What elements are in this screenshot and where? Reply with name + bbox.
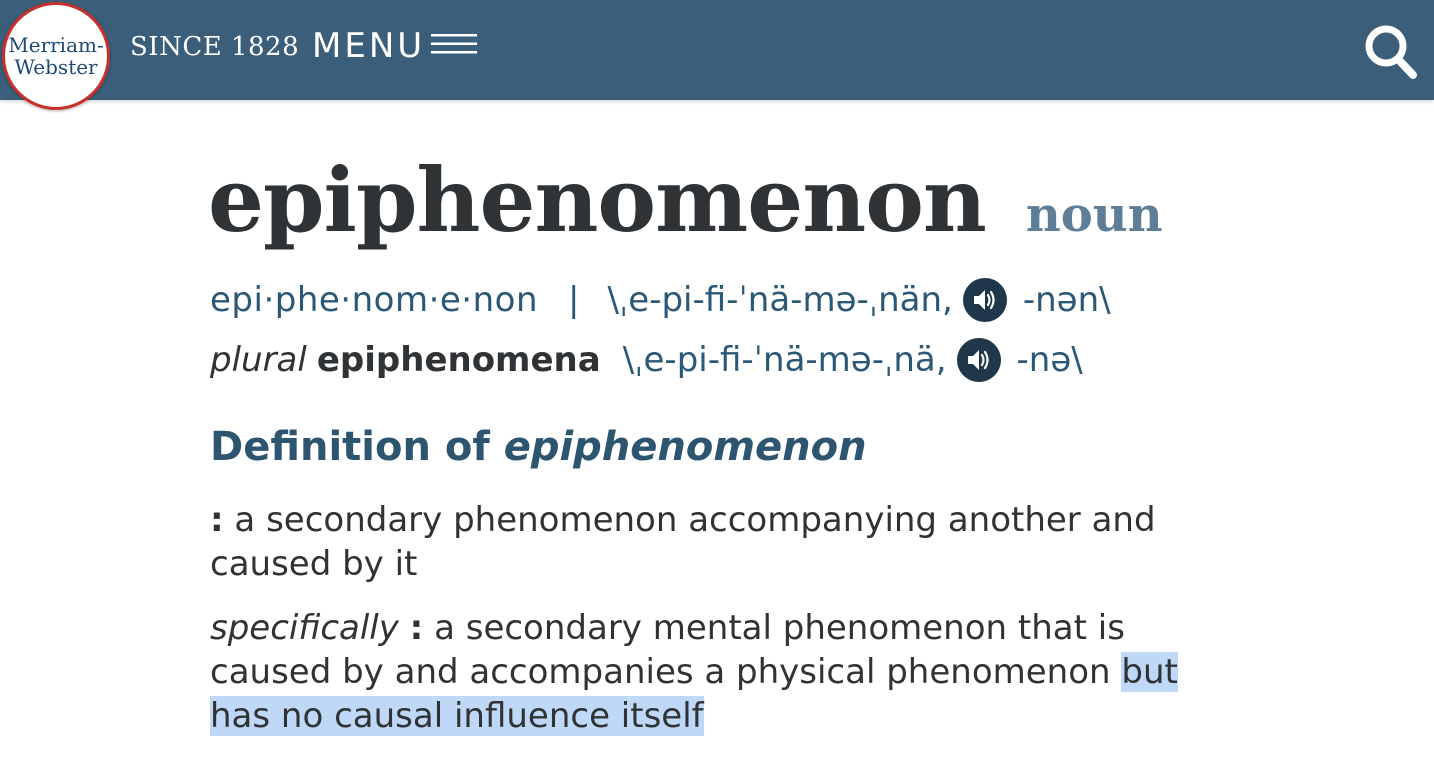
definition-sense-2: specifically : a secondary mental phenom… — [210, 606, 1200, 738]
speaker-icon — [967, 350, 989, 370]
hamburger-icon — [431, 31, 478, 61]
merriam-webster-logo[interactable]: Merriam- Webster — [2, 2, 110, 110]
definition-heading: Definition of epiphenomenon — [210, 424, 867, 470]
plural-audio-button[interactable] — [956, 338, 1001, 382]
sense-colon: : — [210, 500, 224, 540]
plural-word: epiphenomena — [316, 340, 601, 380]
part-of-speech-link[interactable]: noun — [1026, 187, 1163, 243]
pronunciation-main: \ˌe-pi-fi-ˈnä-mə-ˌnän, — [607, 280, 953, 320]
sense-2-label: specifically — [210, 608, 399, 648]
search-button[interactable] — [1362, 22, 1418, 84]
definition-sense-1: : a secondary phenomenon accompanying an… — [210, 498, 1200, 586]
menu-label: MENU — [312, 26, 426, 66]
speaker-icon — [973, 290, 995, 310]
search-icon — [1362, 25, 1418, 84]
definition-heading-word: epiphenomenon — [503, 424, 867, 470]
since-tagline: SINCE 1828 — [130, 32, 300, 62]
definition-heading-prefix: Definition of — [210, 424, 490, 470]
plural-line: plural epiphenomena \ˌe-pi-fi-ˈnä-mə-ˌnä… — [210, 338, 1083, 382]
sense-1-text: a secondary phenomenon accompanying anot… — [210, 500, 1156, 584]
pronunciation-line: epi·phe·nom·e·non | \ˌe-pi-fi-ˈnä-mə-ˌnä… — [210, 278, 1111, 322]
plural-pronunciation-alt: -nə\ — [1016, 340, 1083, 380]
pronunciation-audio-button[interactable] — [962, 278, 1007, 322]
headword-row: epiphenomenon noun — [208, 148, 1163, 252]
site-header: Merriam- Webster SINCE 1828 MENU — [0, 0, 1434, 110]
headword: epiphenomenon — [208, 148, 987, 252]
syllable-breaks: epi·phe·nom·e·non — [210, 280, 539, 320]
sense-colon: : — [409, 608, 424, 648]
logo-line-1: Merriam- — [8, 33, 104, 57]
menu-button[interactable]: MENU — [312, 26, 478, 66]
pronunciation-separator: | — [568, 280, 580, 320]
plural-pronunciation-main: \ˌe-pi-fi-ˈnä-mə-ˌnä, — [622, 340, 947, 380]
logo-line-2: Webster — [14, 55, 98, 79]
pronunciation-alt: -nən\ — [1022, 280, 1111, 320]
plural-label: plural — [210, 340, 307, 380]
